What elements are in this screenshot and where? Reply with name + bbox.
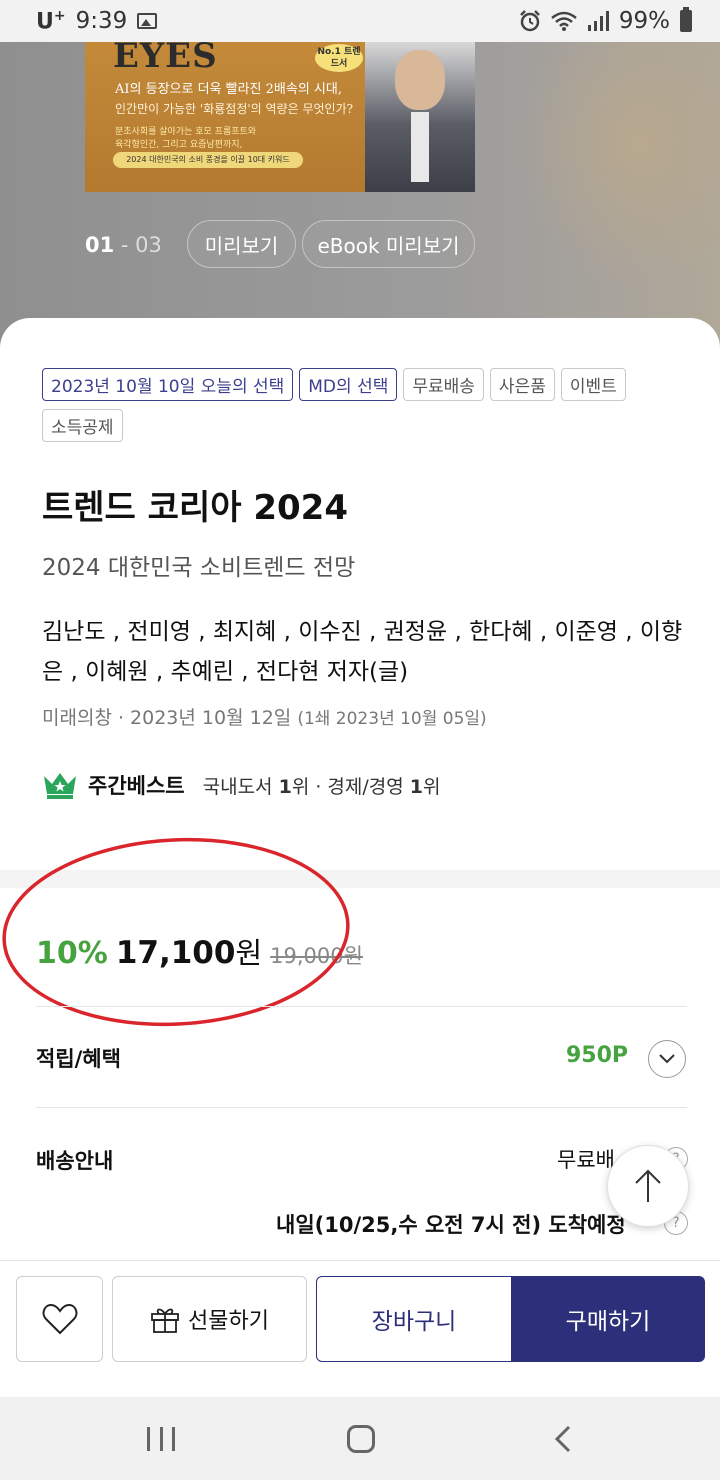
tag-event[interactable]: 이벤트 <box>560 368 626 401</box>
section-divider <box>0 870 720 888</box>
cover-line-2: 인간만이 가능한 '화룡점정'의 역량은 무엇인가? <box>115 102 354 116</box>
status-bar: U+ 9:39 99% <box>0 0 720 42</box>
home-icon[interactable] <box>347 1425 375 1453</box>
arrow-up-icon <box>635 1169 661 1202</box>
cart-button[interactable]: 장바구니 <box>316 1276 512 1362</box>
discount-rate: 10% <box>36 936 108 971</box>
chevron-down-icon <box>659 1054 675 1064</box>
benefits-expand-button[interactable] <box>648 1040 686 1078</box>
alarm-icon <box>519 10 540 32</box>
pager-total: - 03 <box>114 233 162 257</box>
status-right: 99% <box>519 7 692 34</box>
cover-author-photo <box>365 42 475 192</box>
tag-free-shipping[interactable]: 무료배송 <box>403 368 484 401</box>
publisher-date[interactable]: 미래의창 · 2023년 10월 12일 <box>42 707 291 729</box>
gift-button-label: 선물하기 <box>188 1309 269 1334</box>
price-unit: 원 <box>235 936 263 970</box>
price-separator <box>36 1006 687 1007</box>
system-nav-bar <box>0 1397 720 1480</box>
preview-button[interactable]: 미리보기 <box>187 220 296 268</box>
gift-icon <box>151 1308 179 1333</box>
battery-icon <box>680 7 692 32</box>
bestseller-ranking[interactable]: 주간베스트 국내도서 1위 · 경제/경영 1위 <box>42 770 441 800</box>
shipping-value: 무료배 <box>557 1148 615 1172</box>
book-cover-image[interactable]: EYES No.1 트렌드서 AI의 등장으로 더욱 빨라진 2배속의 시대, … <box>85 42 475 192</box>
recent-apps-icon[interactable] <box>147 1427 175 1451</box>
battery-level: 99% <box>618 8 670 34</box>
heart-icon <box>42 1303 77 1335</box>
back-icon[interactable] <box>553 1425 573 1453</box>
image-notification-icon <box>137 12 158 29</box>
cover-line-4: 육각형인간, 그리고 요즘남편까지, <box>115 140 243 150</box>
benefits-separator <box>36 1107 687 1108</box>
hero-background-blur <box>520 42 720 292</box>
tag-tax-deduction[interactable]: 소득공제 <box>42 409 123 442</box>
cover-title: EYES <box>113 42 218 76</box>
cover-line-3: 분초사회를 살아가는 호모 프롬프트와 <box>115 127 257 137</box>
gift-button[interactable]: 선물하기 <box>112 1276 307 1362</box>
first-print-date: (1쇄 2023년 10월 05일) <box>297 709 487 729</box>
carrier-label: U+ <box>36 7 66 35</box>
pager-current: 01 <box>85 233 115 257</box>
tag-todays-pick[interactable]: 2023년 10월 10일 오늘의 선택 <box>42 368 294 401</box>
book-subtitle: 2024 대한민국 소비트렌드 전망 <box>42 555 356 581</box>
tag-md-pick[interactable]: MD의 선택 <box>299 368 398 401</box>
publication-info: 미래의창 · 2023년 10월 12일 (1쇄 2023년 10월 05일) <box>42 703 487 730</box>
ebook-preview-button[interactable]: eBook 미리보기 <box>302 220 475 268</box>
cover-badge: No.1 트렌드서 <box>315 44 363 72</box>
tag-list: 2023년 10월 10일 오늘의 선택 MD의 선택 무료배송 사은품 이벤트… <box>42 368 682 442</box>
crown-icon <box>44 773 76 799</box>
product-info-card: 2023년 10월 10일 오늘의 선택 MD의 선택 무료배송 사은품 이벤트… <box>0 318 720 873</box>
sale-price: 17,100 <box>115 935 236 971</box>
scroll-to-top-button[interactable] <box>607 1145 689 1227</box>
benefits-label: 적립/혜택 <box>36 1047 121 1071</box>
clock: 9:39 <box>75 7 128 34</box>
wifi-icon <box>551 11 577 31</box>
book-title: 트렌드 코리아 2024 <box>42 488 348 528</box>
status-left: U+ 9:39 <box>36 7 158 35</box>
cover-pill: 2024 대한민국의 소비 풍경을 이끌 10대 키워드 <box>113 152 303 168</box>
cover-line-1: AI의 등장으로 더욱 빨라진 2배속의 시대, <box>115 82 342 97</box>
tag-gift[interactable]: 사은품 <box>489 368 555 401</box>
bestseller-label: 주간베스트 <box>88 774 185 798</box>
signal-icon <box>587 11 609 31</box>
reward-points: 950P <box>565 1043 628 1068</box>
bottom-action-bar: 선물하기 장바구니 구매하기 <box>0 1260 720 1397</box>
wishlist-button[interactable] <box>16 1276 103 1362</box>
arrival-estimate: 내일(10/25,수 오전 7시 전) 도착예정 <box>276 1213 626 1237</box>
image-pager: 01 - 03 <box>85 233 162 257</box>
buy-button[interactable]: 구매하기 <box>511 1276 705 1362</box>
price-row: 10% 17,100 원 19,000원 <box>36 930 363 972</box>
shipping-label: 배송안내 <box>36 1149 114 1173</box>
book-authors[interactable]: 김난도 , 전미영 , 최지혜 , 이수진 , 권정윤 , 한다혜 , 이준영 … <box>42 612 692 692</box>
bestseller-rank: 국내도서 1위 · 경제/경영 1위 <box>202 775 441 798</box>
original-price: 19,000원 <box>270 944 363 968</box>
